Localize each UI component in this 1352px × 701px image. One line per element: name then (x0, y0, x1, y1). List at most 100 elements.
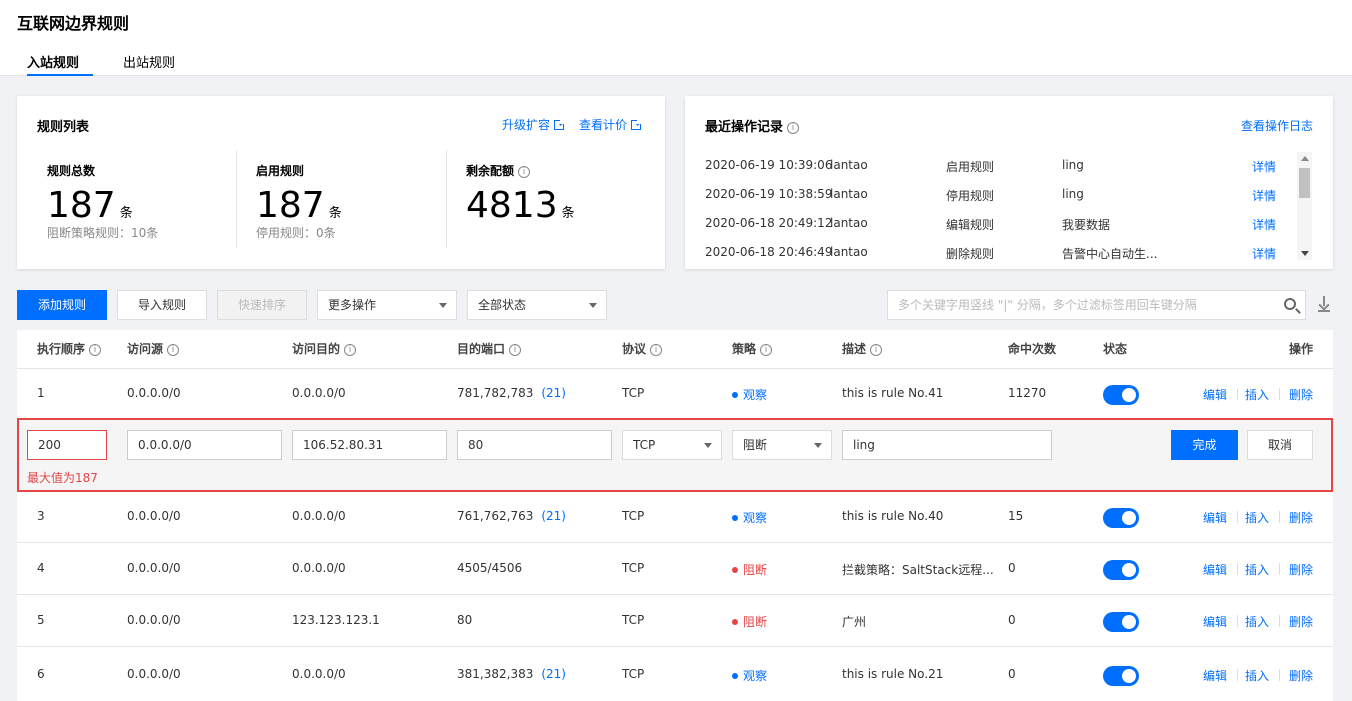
more-actions-select[interactable]: 更多操作 (317, 290, 457, 320)
policy-cell: 阻断 (732, 561, 767, 578)
port-count-link[interactable]: (21) (541, 667, 566, 681)
description-cell: this is rule No.40 (842, 509, 944, 523)
port-cell: 4505/4506 (457, 561, 523, 575)
error-message: 最大值为187 (27, 471, 98, 485)
add-rule-button[interactable]: 添加规则 (17, 290, 107, 320)
status-toggle[interactable] (1103, 612, 1139, 632)
port-count-link[interactable]: (21) (541, 509, 566, 523)
log-row: 2020-06-18 20:49:12 lantao 编辑规则 我要数据 详情 (705, 216, 1277, 233)
tab-outbound-rules[interactable]: 出站规则 (123, 52, 175, 76)
edit-link[interactable]: 编辑 (1203, 386, 1227, 403)
stat-value: 4813 条 (466, 185, 575, 226)
table-row: 6 0.0.0.0/0 0.0.0.0/0 TCP this is rule No.21… (17, 646, 1333, 701)
status-filter-select[interactable]: 全部状态 (467, 290, 607, 320)
description-input[interactable]: ling (842, 430, 1052, 460)
view-log-link[interactable]: 查看操作日志 (1241, 117, 1313, 134)
destination-input[interactable]: 106.52.80.31 (292, 430, 447, 460)
status-toggle[interactable] (1103, 508, 1139, 528)
info-icon[interactable]: i (870, 343, 883, 356)
col-header: 命中次数 (1008, 342, 1057, 356)
pricing-link[interactable]: 查看计价 (579, 116, 643, 133)
status-dot-icon (732, 672, 738, 679)
info-icon[interactable]: i (89, 343, 102, 356)
port-input[interactable]: 80 (457, 430, 612, 460)
col-header: 目的端口 i (457, 330, 522, 368)
import-rules-button[interactable]: 导入规则 (117, 290, 207, 320)
divider (1279, 511, 1280, 523)
source-input[interactable]: 0.0.0.0/0 (127, 430, 282, 460)
scroll-down-icon[interactable] (1301, 251, 1309, 256)
table-row: 5 0.0.0.0/0 123.123.123.1 TCP 广州 0 80 阻断 编辑 插入 删除 (17, 594, 1333, 646)
port-count-link[interactable]: (21) (541, 386, 566, 400)
tab-inbound-rules[interactable]: 入站规则 (27, 52, 93, 76)
insert-link[interactable]: 插入 (1245, 667, 1269, 684)
port-cell: 781,782,783 (21) (457, 386, 566, 400)
status-toggle[interactable] (1103, 666, 1139, 686)
status-dot-icon (732, 391, 738, 398)
info-icon[interactable]: i (518, 165, 531, 178)
destination-cell: 0.0.0.0/0 (292, 561, 346, 575)
protocol-cell: TCP (622, 386, 645, 400)
protocol-select[interactable]: TCP (622, 430, 722, 460)
edit-link[interactable]: 编辑 (1203, 613, 1227, 630)
quick-sort-button[interactable]: 快速排序 (217, 290, 307, 320)
log-card-title: 最近操作记录 i (705, 116, 800, 135)
info-icon[interactable]: i (787, 121, 800, 134)
col-header: 访问目的 i (292, 330, 357, 368)
policy-select[interactable]: 阻断 (732, 430, 832, 460)
info-icon[interactable]: i (509, 343, 522, 356)
log-row: 2020-06-19 10:39:06 lantao 启用规则 ling 详情 (705, 158, 1277, 175)
delete-link[interactable]: 删除 (1289, 386, 1313, 403)
delete-link[interactable]: 删除 (1289, 667, 1313, 684)
divider (1279, 388, 1280, 400)
destination-cell: 0.0.0.0/0 (292, 386, 346, 400)
log-scrollbar[interactable] (1297, 152, 1312, 260)
delete-link[interactable]: 删除 (1289, 613, 1313, 630)
status-dot-icon (732, 566, 738, 573)
stat-label: 规则总数 (47, 164, 96, 178)
stat-sub: 阻断策略规则：10条 (47, 226, 159, 240)
col-header: 状态 (1103, 342, 1128, 356)
search-input[interactable]: 多个关键字用竖线 "|" 分隔，多个过滤标签用回车键分隔 (887, 290, 1306, 320)
search-icon[interactable] (1284, 298, 1296, 310)
insert-link[interactable]: 插入 (1245, 613, 1269, 630)
detail-link[interactable]: 详情 (1252, 245, 1276, 262)
order-cell: 1 (37, 386, 45, 400)
info-icon[interactable]: i (760, 343, 773, 356)
status-toggle[interactable] (1103, 385, 1139, 405)
detail-link[interactable]: 详情 (1252, 187, 1276, 204)
edit-link[interactable]: 编辑 (1203, 561, 1227, 578)
rules-card-title: 规则列表 (37, 120, 90, 135)
info-icon[interactable]: i (167, 343, 180, 356)
edit-link[interactable]: 编辑 (1203, 667, 1227, 684)
insert-link[interactable]: 插入 (1245, 386, 1269, 403)
destination-cell: 0.0.0.0/0 (292, 667, 346, 681)
cancel-button[interactable]: 取消 (1247, 430, 1313, 460)
stat-label: 剩余配额 i (466, 162, 531, 179)
delete-link[interactable]: 删除 (1289, 509, 1313, 526)
done-button[interactable]: 完成 (1171, 430, 1238, 460)
edit-link[interactable]: 编辑 (1203, 509, 1227, 526)
order-input[interactable]: 200 (27, 430, 107, 460)
description-cell: this is rule No.21 (842, 667, 944, 681)
order-cell: 3 (37, 509, 45, 523)
description-cell: 广州 (842, 615, 867, 629)
insert-link[interactable]: 插入 (1245, 561, 1269, 578)
detail-link[interactable]: 详情 (1252, 158, 1276, 175)
insert-link[interactable]: 插入 (1245, 509, 1269, 526)
detail-link[interactable]: 详情 (1252, 216, 1276, 233)
scroll-up-icon[interactable] (1301, 156, 1309, 161)
status-toggle[interactable] (1103, 560, 1139, 580)
rules-summary-card: 规则列表 升级扩容 查看计价 (17, 96, 665, 269)
table-row: 4 0.0.0.0/0 0.0.0.0/0 TCP 拦截策略：SaltStack远程..… (17, 542, 1333, 594)
download-icon[interactable] (1318, 296, 1330, 312)
source-cell: 0.0.0.0/0 (127, 613, 181, 627)
scroll-thumb[interactable] (1299, 168, 1310, 198)
info-icon[interactable]: i (344, 343, 357, 356)
stat-value: 187 条 (47, 185, 133, 226)
delete-link[interactable]: 删除 (1289, 561, 1313, 578)
upgrade-link[interactable]: 升级扩容 (502, 116, 566, 133)
divider (446, 150, 447, 248)
info-icon[interactable]: i (650, 343, 663, 356)
divider (1237, 511, 1238, 523)
